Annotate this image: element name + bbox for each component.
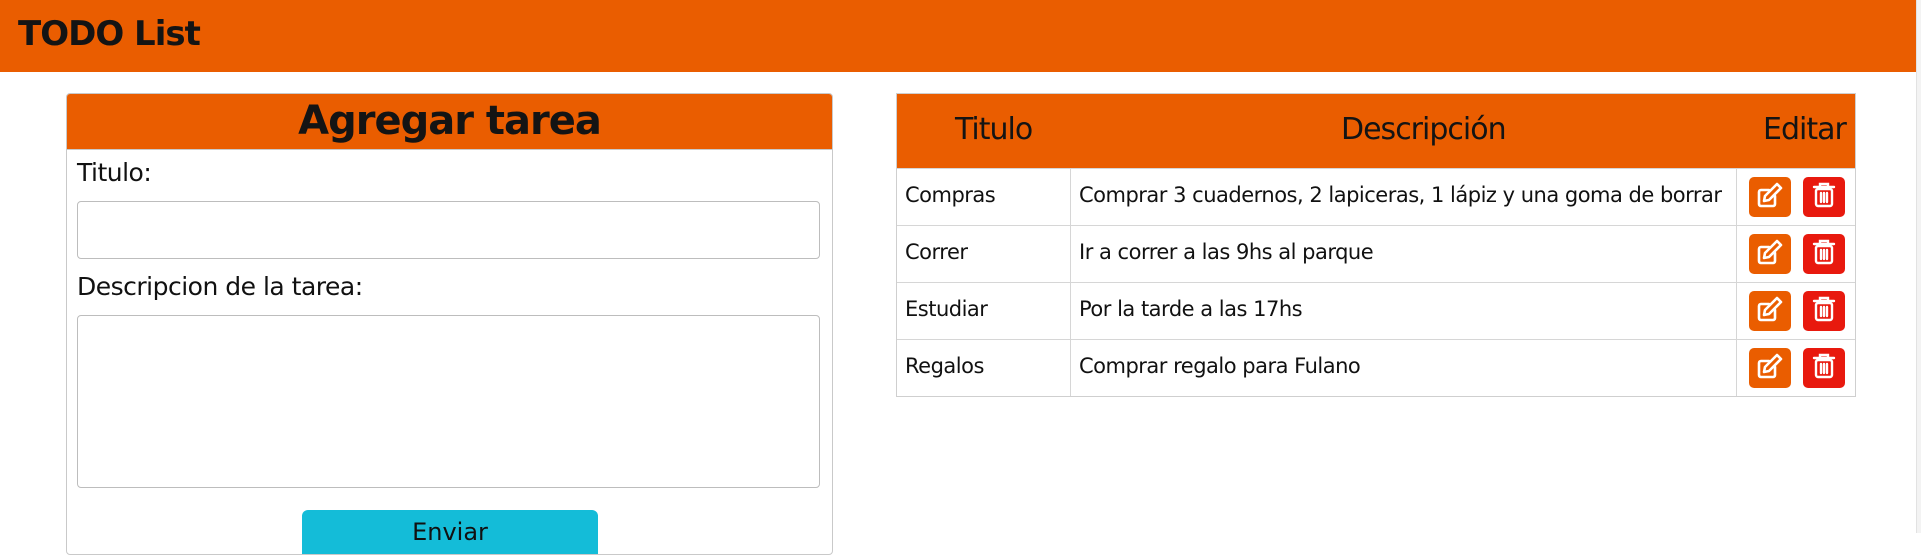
task-title: Compras (905, 183, 996, 207)
delete-button[interactable] (1803, 177, 1845, 217)
edit-icon (1756, 352, 1784, 384)
column-divider (1736, 340, 1737, 396)
column-divider (1070, 283, 1071, 339)
task-description: Ir a correr a las 9hs al parque (1079, 240, 1374, 264)
scrollbar[interactable] (1916, 0, 1921, 533)
table-row: Compras Comprar 3 cuadernos, 2 lapiceras… (897, 168, 1855, 225)
edit-button[interactable] (1749, 177, 1791, 217)
column-divider (1070, 340, 1071, 396)
trash-icon (1811, 238, 1837, 270)
edit-button[interactable] (1749, 348, 1791, 388)
column-header-description: Descripción (1341, 112, 1507, 147)
tasks-table: Titulo Descripción Editar Compras Compra… (896, 93, 1856, 397)
title-label: Titulo: (77, 158, 152, 187)
add-task-card: Agregar tarea Titulo: Descripcion de la … (66, 93, 833, 555)
task-description: Comprar 3 cuadernos, 2 lapiceras, 1 lápi… (1079, 183, 1722, 207)
edit-icon (1756, 181, 1784, 213)
column-divider (1736, 283, 1737, 339)
column-divider (1070, 169, 1071, 225)
task-title: Correr (905, 240, 968, 264)
task-title: Estudiar (905, 297, 988, 321)
trash-icon (1811, 181, 1837, 213)
column-divider (1736, 169, 1737, 225)
task-title: Regalos (905, 354, 984, 378)
description-label: Descripcion de la tarea: (77, 272, 363, 301)
table-row: Correr Ir a correr a las 9hs al parque (897, 225, 1855, 282)
delete-button[interactable] (1803, 348, 1845, 388)
task-description: Comprar regalo para Fulano (1079, 354, 1361, 378)
edit-icon (1756, 295, 1784, 327)
edit-icon (1756, 238, 1784, 270)
title-input[interactable] (77, 201, 820, 259)
column-header-title: Titulo (955, 112, 1033, 147)
column-header-edit: Editar (1763, 112, 1847, 147)
navbar: TODO List (0, 0, 1921, 72)
table-row: Estudiar Por la tarde a las 17hs (897, 282, 1855, 339)
delete-button[interactable] (1803, 234, 1845, 274)
add-task-title: Agregar tarea (298, 98, 602, 144)
task-description: Por la tarde a las 17hs (1079, 297, 1303, 321)
trash-icon (1811, 352, 1837, 384)
description-textarea[interactable] (77, 315, 820, 488)
column-divider (1070, 226, 1071, 282)
table-header: Titulo Descripción Editar (897, 94, 1855, 168)
edit-button[interactable] (1749, 291, 1791, 331)
delete-button[interactable] (1803, 291, 1845, 331)
column-divider (1736, 226, 1737, 282)
trash-icon (1811, 295, 1837, 327)
edit-button[interactable] (1749, 234, 1791, 274)
table-row: Regalos Comprar regalo para Fulano (897, 339, 1855, 396)
add-task-card-header: Agregar tarea (67, 94, 832, 150)
app-title[interactable]: TODO List (18, 14, 201, 54)
